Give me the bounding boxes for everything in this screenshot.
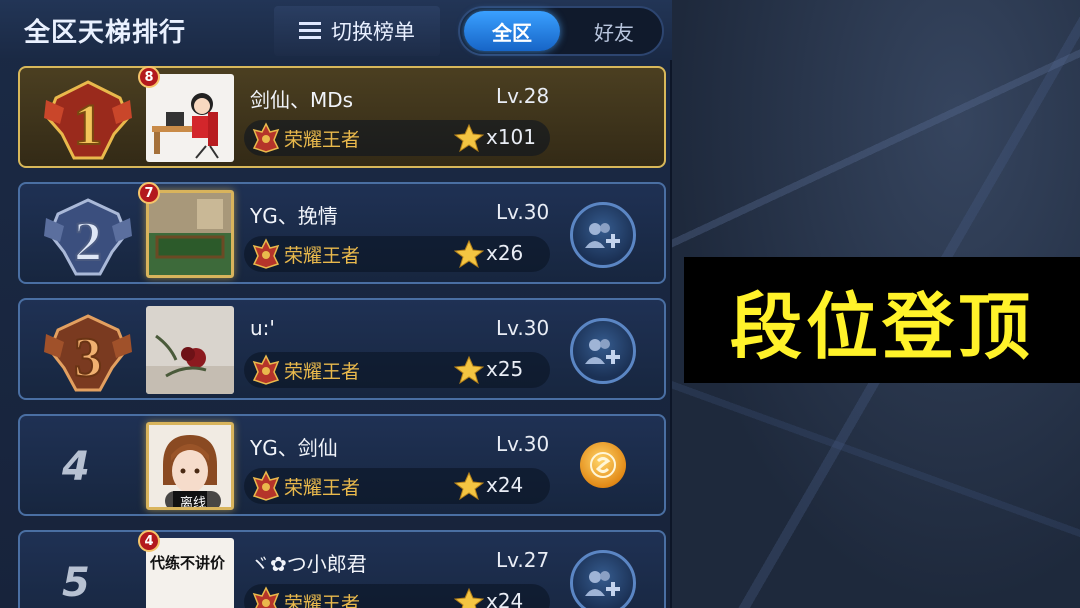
star-icon [454, 587, 484, 608]
king-tier-icon [252, 354, 280, 385]
add-friend-button[interactable] [570, 318, 636, 384]
tier-label: 荣耀王者 [284, 129, 361, 151]
tier-label: 荣耀王者 [284, 477, 361, 499]
star-count: x25 [486, 357, 524, 381]
king-tier-icon [252, 586, 280, 608]
ranking-row-4[interactable]: 4 离线 YG、剑仙 Lv.30 荣耀王者 x24 [18, 414, 666, 516]
svg-text:2: 2 [74, 211, 102, 273]
rank-number: 4 [62, 444, 90, 490]
star-icon [454, 239, 484, 269]
player-level: Lv.27 [496, 548, 550, 572]
leaderboard-header: 全区天梯排行 切换榜单 全区 好友 [0, 0, 672, 60]
add-friend-icon [585, 223, 620, 248]
tab-all-server[interactable]: 全区 [464, 11, 560, 51]
leaderboard-panel: 全区天梯排行 切换榜单 全区 好友 1 8 剑仙、MDs Lv.28 荣耀王者 … [0, 0, 672, 608]
offline-status-tag: 离线 [165, 491, 221, 507]
star-icon [454, 471, 484, 501]
avatar[interactable]: 离线 [146, 422, 234, 510]
tier-info: 荣耀王者 x24 [244, 584, 550, 608]
player-level: Lv.28 [496, 84, 550, 108]
notification-badge: 7 [138, 182, 160, 204]
avatar[interactable] [146, 190, 234, 278]
switch-board-button[interactable]: 切换榜单 [274, 6, 440, 56]
rank-2-badge-icon: 2 [42, 194, 134, 278]
player-name: u:' [250, 316, 275, 340]
ranking-row-5[interactable]: 5 代练不讲价 4 ヾ✿つ小郎君 Lv.27 荣耀王者 x24 [18, 530, 666, 608]
star-count: x24 [486, 473, 524, 497]
rank-3-badge-icon: 3 [42, 310, 134, 394]
tier-info: 荣耀王者 x25 [244, 352, 550, 388]
switch-board-label: 切换榜单 [331, 20, 415, 44]
tier-label: 荣耀王者 [284, 361, 361, 383]
ranking-row-3[interactable]: 3 u:' Lv.30 荣耀王者 x25 [18, 298, 666, 400]
add-friend-button[interactable] [570, 202, 636, 268]
star-count: x26 [486, 241, 524, 265]
gift-button[interactable] [580, 442, 626, 488]
star-count: x101 [486, 125, 537, 149]
rank-1-badge-icon: 1 [42, 78, 134, 162]
king-tier-icon [252, 470, 280, 501]
king-tier-icon [252, 122, 280, 153]
page-title: 全区天梯排行 [24, 18, 187, 48]
svg-text:1: 1 [74, 92, 103, 157]
star-icon [454, 355, 484, 385]
tier-label: 荣耀王者 [284, 245, 361, 267]
tier-label: 荣耀王者 [284, 593, 361, 608]
caption-overlay: 段位登顶 [684, 257, 1080, 383]
tier-info: 荣耀王者 x26 [244, 236, 550, 272]
player-name: YG、剑仙 [250, 436, 338, 460]
notification-badge: 8 [138, 66, 160, 88]
player-level: Lv.30 [496, 432, 550, 456]
scope-toggle: 全区 好友 [458, 6, 664, 56]
ranking-row-2[interactable]: 2 7 YG、挽情 Lv.30 荣耀王者 x26 [18, 182, 666, 284]
tab-friends[interactable]: 好友 [570, 11, 658, 51]
avatar[interactable] [146, 74, 234, 162]
tier-info: 荣耀王者 x24 [244, 468, 550, 504]
add-friend-icon [585, 571, 620, 596]
add-friend-button[interactable] [570, 550, 636, 608]
player-name: YG、挽情 [250, 204, 338, 228]
tier-info: 荣耀王者 x101 [244, 120, 550, 156]
avatar-text: 代练不讲价 [150, 554, 226, 572]
player-level: Lv.30 [496, 316, 550, 340]
player-name: 剑仙、MDs [250, 88, 354, 112]
caption-text: 段位登顶 [729, 284, 1034, 369]
list-icon [299, 22, 321, 40]
svg-text:3: 3 [74, 327, 102, 389]
player-name: ヾ✿つ小郎君 [250, 552, 367, 576]
star-count: x24 [486, 589, 524, 608]
add-friend-icon [585, 339, 620, 364]
player-level: Lv.30 [496, 200, 550, 224]
avatar[interactable] [146, 306, 234, 394]
notification-badge: 4 [138, 530, 160, 552]
avatar[interactable]: 代练不讲价 [146, 538, 234, 608]
king-tier-icon [252, 238, 280, 269]
rank-number: 5 [62, 560, 90, 606]
star-icon [454, 123, 484, 153]
ranking-row-1[interactable]: 1 8 剑仙、MDs Lv.28 荣耀王者 x101 [18, 66, 666, 168]
gift-icon [590, 452, 616, 478]
